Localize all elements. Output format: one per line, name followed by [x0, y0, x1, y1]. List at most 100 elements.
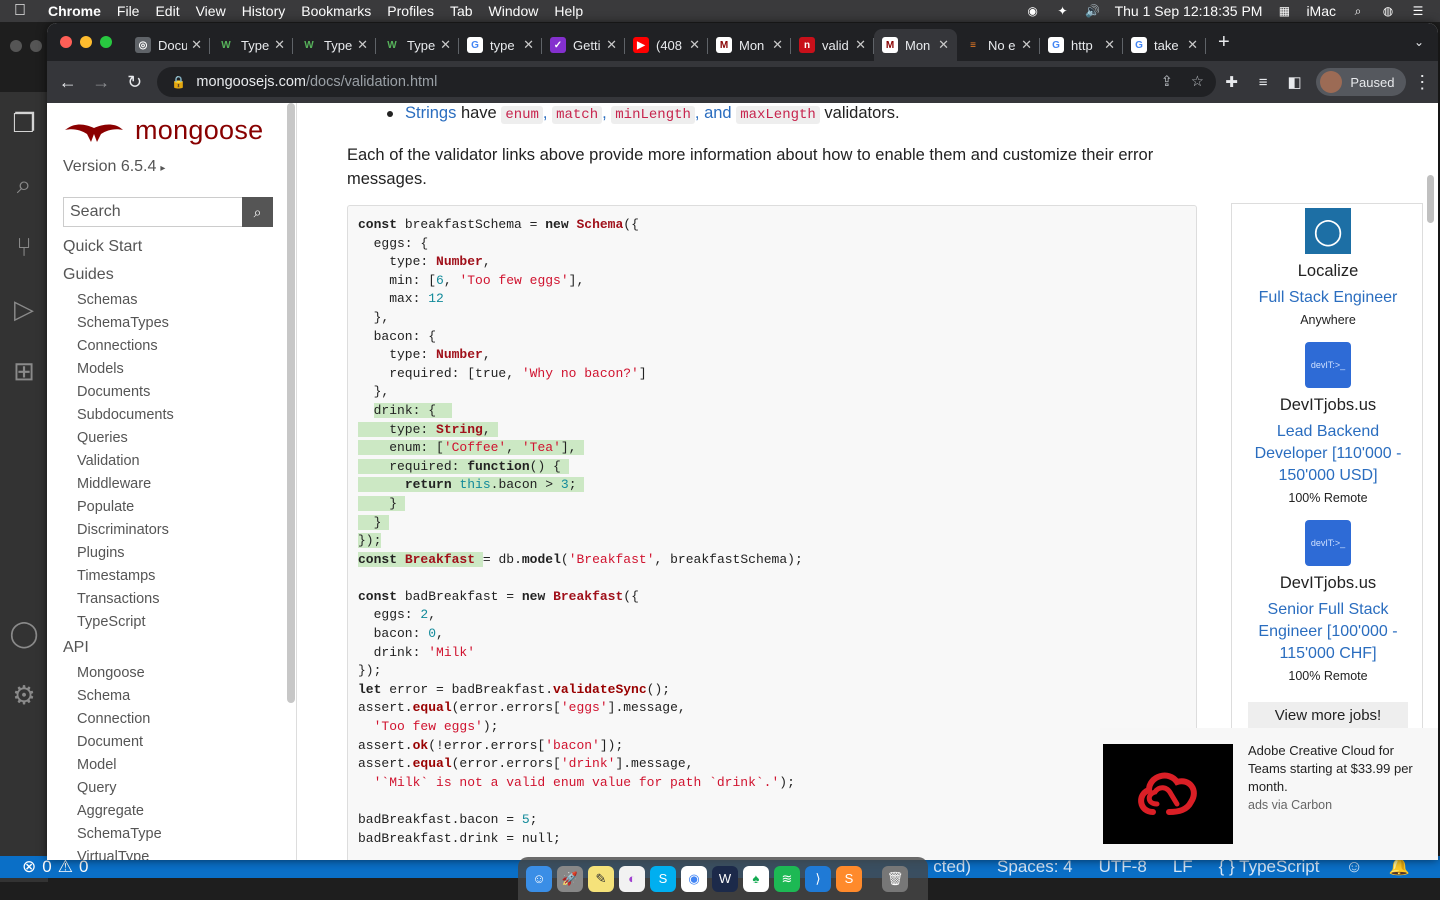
- carbon-ad-via[interactable]: ads via Carbon: [1248, 798, 1332, 812]
- close-tab-icon[interactable]: ✕: [1021, 37, 1032, 53]
- nav-guide-plugins[interactable]: Plugins: [63, 542, 283, 565]
- code-maxlength[interactable]: maxLength: [736, 106, 820, 124]
- close-tab-icon[interactable]: ✕: [938, 37, 949, 53]
- view-more-jobs-button[interactable]: View more jobs!: [1248, 702, 1408, 730]
- search-button[interactable]: ⌕: [242, 197, 273, 227]
- nav-guide-validation[interactable]: Validation: [63, 450, 283, 473]
- close-tab-icon[interactable]: ✕: [357, 37, 368, 53]
- comma-link[interactable]: ,: [543, 104, 552, 122]
- nav-api[interactable]: API: [63, 634, 283, 662]
- side-panel-icon[interactable]: ◧: [1279, 73, 1311, 91]
- settings-gear-icon[interactable]: ⚙: [0, 664, 48, 726]
- close-tab-icon[interactable]: ✕: [191, 37, 202, 53]
- close-tab-icon[interactable]: ✕: [523, 37, 534, 53]
- tab-2[interactable]: W Type ✕: [293, 29, 376, 61]
- menu-tab[interactable]: Tab: [442, 3, 481, 19]
- warning-icon[interactable]: ⚠: [58, 857, 73, 877]
- more-menu-icon[interactable]: ⋮: [1406, 72, 1438, 93]
- nav-api-query[interactable]: Query: [63, 777, 283, 800]
- menu-profiles[interactable]: Profiles: [379, 3, 442, 19]
- nav-guide-typescript[interactable]: TypeScript: [63, 611, 283, 634]
- tab-12[interactable]: Gtake ✕: [1123, 29, 1206, 61]
- tab-11[interactable]: Ghttp ✕: [1040, 29, 1123, 61]
- nav-quick-start[interactable]: Quick Start: [63, 233, 283, 261]
- nav-api-connection[interactable]: Connection: [63, 708, 283, 731]
- close-tab-icon[interactable]: ✕: [274, 37, 285, 53]
- status-eol[interactable]: LF: [1173, 857, 1193, 877]
- share-icon[interactable]: ⇪: [1161, 74, 1173, 90]
- tab-3[interactable]: W Type ✕: [376, 29, 459, 61]
- launchpad-icon[interactable]: 🚀: [557, 865, 583, 892]
- carbon-ad[interactable]: Adobe Creative Cloud for Teams starting …: [1100, 728, 1438, 860]
- forward-arrow-icon[interactable]: →: [84, 72, 117, 93]
- sublime-icon[interactable]: S: [836, 865, 862, 892]
- reading-list-icon[interactable]: ≡: [1247, 74, 1279, 91]
- tab-0[interactable]: ◎ Docu ✕: [127, 29, 210, 61]
- explorer-icon[interactable]: ❐: [0, 92, 48, 154]
- tab-4[interactable]: Gtype ✕: [459, 29, 542, 61]
- volume-icon[interactable]: 🔊: [1085, 4, 1101, 18]
- code-enum[interactable]: enum: [501, 106, 543, 124]
- nav-guide-transactions[interactable]: Transactions: [63, 588, 283, 611]
- machine-name[interactable]: iMac: [1306, 3, 1336, 19]
- close-tab-icon[interactable]: ✕: [855, 37, 866, 53]
- job-ad[interactable]: devIT:>_ DevITjobs.us Senior Full Stack …: [1232, 520, 1424, 683]
- page-scrollbar[interactable]: [1427, 175, 1434, 223]
- tab-5[interactable]: ✓ Getti ✕: [542, 29, 625, 61]
- webstorm-icon[interactable]: W: [712, 865, 738, 892]
- nav-guide-connections[interactable]: Connections: [63, 335, 283, 358]
- job-title-link[interactable]: Full Stack Engineer: [1232, 287, 1424, 309]
- nav-guide-subdocuments[interactable]: Subdocuments: [63, 404, 283, 427]
- nav-guide-populate[interactable]: Populate: [63, 496, 283, 519]
- debug-icon[interactable]: ▷: [0, 278, 48, 340]
- mongodb-compass-icon[interactable]: ♠: [743, 865, 769, 892]
- chrome-icon[interactable]: ◉: [681, 865, 707, 892]
- job-title-link[interactable]: Lead Backend Developer [110'000 - 150'00…: [1232, 421, 1424, 487]
- skype-icon[interactable]: S: [650, 865, 676, 892]
- nav-guide-models[interactable]: Models: [63, 358, 283, 381]
- nav-guide-schemas[interactable]: Schemas: [63, 289, 283, 312]
- grammarly-icon[interactable]: ◉: [1025, 4, 1041, 18]
- status-app-icon[interactable]: ✦: [1055, 4, 1071, 18]
- address-bar[interactable]: 🔒 mongoosejs.com/docs/validation.html ⇪ …: [157, 67, 1216, 97]
- back-arrow-icon[interactable]: ←: [51, 72, 84, 93]
- menu-window[interactable]: Window: [481, 3, 547, 19]
- menu-app-name[interactable]: Chrome: [40, 3, 109, 19]
- siri-icon[interactable]: ◍: [1380, 4, 1396, 18]
- mongoose-logo[interactable]: mongoose: [63, 115, 264, 146]
- nav-guide-discriminators[interactable]: Discriminators: [63, 519, 283, 542]
- error-icon[interactable]: ⊗: [22, 857, 36, 877]
- nav-guide-timestamps[interactable]: Timestamps: [63, 565, 283, 588]
- close-tab-icon[interactable]: ✕: [772, 37, 783, 53]
- clock[interactable]: Thu 1 Sep 12:18:35 PM: [1115, 3, 1263, 19]
- and-link[interactable]: , and: [695, 104, 736, 122]
- extensions-icon[interactable]: ⊞: [0, 340, 48, 402]
- notes-icon[interactable]: ✎: [588, 865, 614, 892]
- strings-link[interactable]: Strings: [405, 104, 456, 122]
- notifications-bell-icon[interactable]: 🔔: [1389, 857, 1410, 877]
- comma-link[interactable]: ,: [602, 104, 611, 122]
- close-tab-icon[interactable]: ✕: [689, 37, 700, 53]
- nav-api-schema[interactable]: Schema: [63, 685, 283, 708]
- job-title-link[interactable]: Senior Full Stack Engineer [100'000 - 11…: [1232, 599, 1424, 665]
- feedback-icon[interactable]: ☺: [1345, 857, 1362, 877]
- source-control-icon[interactable]: ⑂: [0, 216, 48, 278]
- error-count[interactable]: 0: [42, 857, 51, 877]
- status-language[interactable]: { } TypeScript: [1219, 857, 1320, 877]
- search-input[interactable]: [63, 197, 242, 227]
- tab-8[interactable]: n valid ✕: [791, 29, 874, 61]
- lock-icon[interactable]: 🔒: [171, 75, 186, 89]
- nav-guides[interactable]: Guides: [63, 261, 283, 289]
- status-encoding[interactable]: UTF-8: [1099, 857, 1147, 877]
- calendar-icon[interactable]: ▦: [1276, 4, 1292, 18]
- nav-guide-queries[interactable]: Queries: [63, 427, 283, 450]
- status-spaces[interactable]: Spaces: 4: [997, 857, 1073, 877]
- tab-6[interactable]: ▶ (408 ✕: [625, 29, 708, 61]
- menu-file[interactable]: File: [109, 3, 148, 19]
- apple-icon[interactable]: : [0, 2, 40, 20]
- finder-icon[interactable]: ☺: [526, 865, 552, 892]
- chevron-down-icon[interactable]: ⌄: [1414, 35, 1438, 49]
- close-tab-icon[interactable]: ✕: [440, 37, 451, 53]
- code-minlength[interactable]: minLength: [611, 106, 695, 124]
- status-mode[interactable]: cted): [933, 857, 971, 877]
